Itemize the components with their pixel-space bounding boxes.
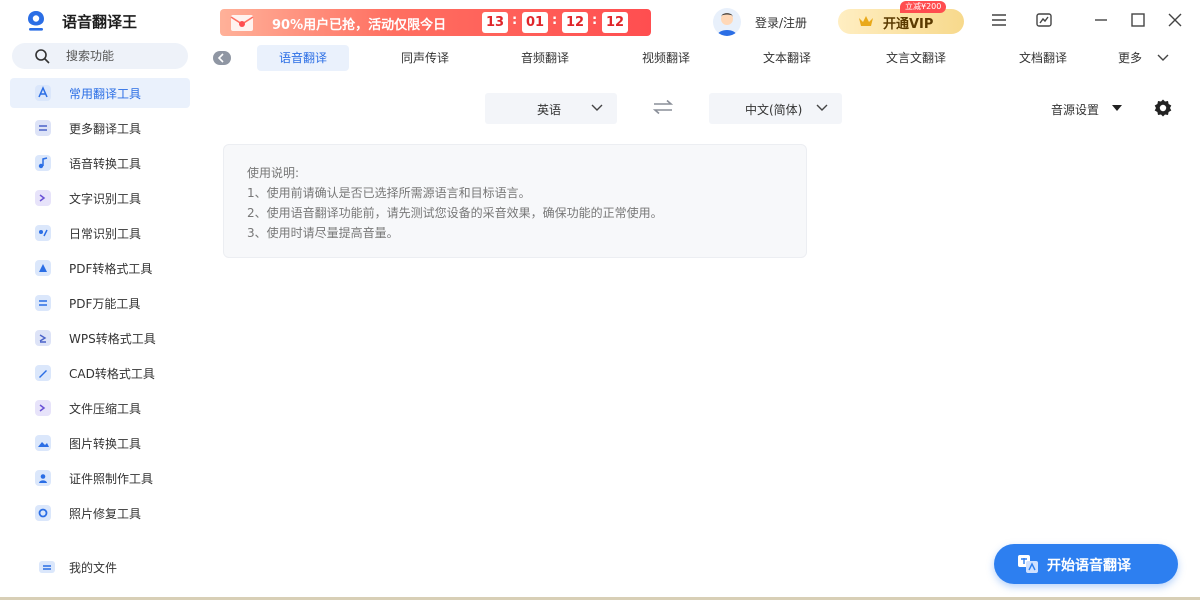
feature-tabs: 语音翻译 同声传译 音频翻译 视频翻译 文本翻译 文言文翻译 文档翻译 更多 — [205, 42, 1200, 74]
sidebar-item-cad-convert[interactable]: CAD转格式工具 — [10, 358, 190, 388]
tab-video-translate[interactable]: 视频翻译 — [626, 45, 706, 71]
sidebar-item-label: CAD转格式工具 — [69, 367, 155, 381]
sidebar-item-daily-recognize[interactable]: 日常识别工具 — [10, 218, 190, 248]
sidebar-item-label: 日常识别工具 — [69, 227, 142, 241]
daily-recognize-icon — [35, 225, 51, 241]
countdown-seconds: 12 — [562, 12, 588, 33]
sidebar-item-label: 更多翻译工具 — [69, 122, 142, 136]
tab-more[interactable]: 更多 — [1110, 45, 1150, 71]
sidebar-item-label: 图片转换工具 — [69, 437, 142, 451]
wps-convert-icon — [35, 330, 51, 346]
tab-audio-translate[interactable]: 音频翻译 — [505, 45, 585, 71]
compress-icon — [35, 400, 51, 416]
search-box[interactable] — [12, 43, 188, 69]
instructions-title: 使用说明: — [247, 166, 300, 180]
sidebar-item-photo-repair[interactable]: 照片修复工具 — [10, 498, 190, 528]
source-language-select[interactable]: 英语 — [485, 93, 617, 124]
text-scan-icon — [35, 190, 51, 206]
gear-icon[interactable] — [1153, 98, 1173, 118]
audio-source-setting[interactable]: 音源设置 — [1051, 101, 1099, 118]
search-icon — [35, 49, 50, 64]
sidebar-item-common-translate[interactable]: 常用翻译工具 — [10, 78, 190, 108]
id-photo-icon — [35, 470, 51, 486]
chevron-down-icon — [591, 104, 603, 111]
maximize-icon[interactable] — [1129, 11, 1147, 29]
sidebar-item-image-convert[interactable]: 图片转换工具 — [10, 428, 190, 458]
app-title: 语音翻译王 — [62, 13, 138, 31]
chevron-down-icon — [816, 104, 828, 111]
tab-voice-translate[interactable]: 语音翻译 — [257, 45, 349, 71]
sidebar-item-id-photo[interactable]: 证件照制作工具 — [10, 463, 190, 493]
pdf-tool-icon — [35, 295, 51, 311]
promo-banner[interactable]: 90%用户已抢，活动仅限今日 13 : 01 : 12 : 12 — [220, 9, 651, 36]
countdown-minutes: 01 — [522, 12, 548, 33]
menu-icon[interactable] — [990, 11, 1008, 29]
source-language-label: 英语 — [537, 103, 562, 117]
instruction-line: 2、使用语音翻译功能前，请先测试您设备的采音效果，确保功能的正常使用。 — [247, 206, 663, 220]
avatar[interactable] — [713, 8, 741, 36]
target-language-label: 中文(简体) — [745, 103, 803, 117]
tab-classical-chinese-translate[interactable]: 文言文翻译 — [873, 45, 959, 71]
instruction-line: 3、使用时请尽量提高音量。 — [247, 226, 399, 240]
sidebar-item-more-translate[interactable]: 更多翻译工具 — [10, 113, 190, 143]
sidebar-item-label: 文件压缩工具 — [69, 402, 142, 416]
minimize-icon[interactable] — [1092, 11, 1110, 29]
countdown-centiseconds: 12 — [602, 12, 628, 33]
countdown-separator: : — [512, 13, 518, 28]
countdown-separator: : — [592, 13, 598, 28]
pdf-convert-icon — [35, 260, 51, 276]
sidebar: 常用翻译工具 更多翻译工具 语音转换工具 文字识别工具 日常识别工具 PDF转格… — [0, 42, 200, 600]
start-voice-translate-button[interactable]: 开始语音翻译 — [994, 544, 1178, 584]
crown-icon — [859, 16, 873, 26]
cad-convert-icon — [35, 365, 51, 381]
countdown-hours: 13 — [482, 12, 508, 33]
tab-simultaneous-interpretation[interactable]: 同声传译 — [385, 45, 465, 71]
sidebar-item-label: WPS转格式工具 — [69, 332, 156, 346]
close-icon[interactable] — [1166, 11, 1184, 29]
instruction-line: 1、使用前请确认是否已选择所需源语言和目标语言。 — [247, 186, 531, 200]
target-language-select[interactable]: 中文(简体) — [709, 93, 842, 124]
swap-language-icon[interactable] — [652, 99, 674, 115]
caret-down-icon[interactable] — [1112, 105, 1122, 111]
feedback-icon[interactable] — [1035, 11, 1053, 29]
sidebar-item-label: 文字识别工具 — [69, 192, 142, 206]
my-files-link[interactable]: 我的文件 — [69, 559, 117, 576]
app-logo-icon — [28, 11, 44, 31]
title-bar: 语音翻译王 90%用户已抢，活动仅限今日 13 : 01 : 12 : 12 登… — [0, 0, 1200, 42]
tab-text-translate[interactable]: 文本翻译 — [747, 45, 827, 71]
photo-repair-icon — [35, 505, 51, 521]
sidebar-item-label: 语音转换工具 — [69, 157, 142, 171]
translate-icon — [35, 85, 51, 101]
sidebar-item-wps-convert[interactable]: WPS转格式工具 — [10, 323, 190, 353]
sidebar-item-pdf-tool[interactable]: PDF万能工具 — [10, 288, 190, 318]
chevron-left-icon[interactable] — [213, 51, 231, 65]
chevron-down-icon[interactable] — [1157, 54, 1169, 62]
sidebar-item-label: 证件照制作工具 — [69, 472, 154, 486]
usage-instructions: 使用说明: 1、使用前请确认是否已选择所需源语言和目标语言。 2、使用语音翻译功… — [223, 144, 807, 258]
start-button-label: 开始语音翻译 — [1047, 558, 1131, 574]
gift-envelope-icon — [230, 15, 254, 31]
vip-label: 开通VIP — [883, 17, 934, 32]
sidebar-item-label: PDF转格式工具 — [69, 262, 153, 276]
sidebar-item-label: PDF万能工具 — [69, 297, 141, 311]
image-convert-icon — [35, 435, 51, 451]
sidebar-item-label: 照片修复工具 — [69, 507, 142, 521]
login-register-link[interactable]: 登录/注册 — [755, 14, 807, 31]
vip-discount-badge: 立减¥200 — [900, 1, 947, 13]
music-note-icon — [35, 155, 51, 171]
search-input[interactable] — [66, 47, 186, 65]
countdown-separator: : — [552, 13, 558, 28]
folder-icon — [39, 561, 55, 573]
more-translate-icon — [35, 120, 51, 136]
sidebar-item-text-recognize[interactable]: 文字识别工具 — [10, 183, 190, 213]
tab-document-translate[interactable]: 文档翻译 — [1003, 45, 1083, 71]
promo-text: 90%用户已抢，活动仅限今日 — [272, 18, 447, 33]
sidebar-item-file-compress[interactable]: 文件压缩工具 — [10, 393, 190, 423]
sidebar-item-voice-convert[interactable]: 语音转换工具 — [10, 148, 190, 178]
translate-bubble-icon — [1018, 555, 1038, 573]
user-avatar-icon — [717, 13, 737, 36]
sidebar-item-pdf-convert[interactable]: PDF转格式工具 — [10, 253, 190, 283]
sidebar-item-label: 常用翻译工具 — [69, 87, 142, 101]
